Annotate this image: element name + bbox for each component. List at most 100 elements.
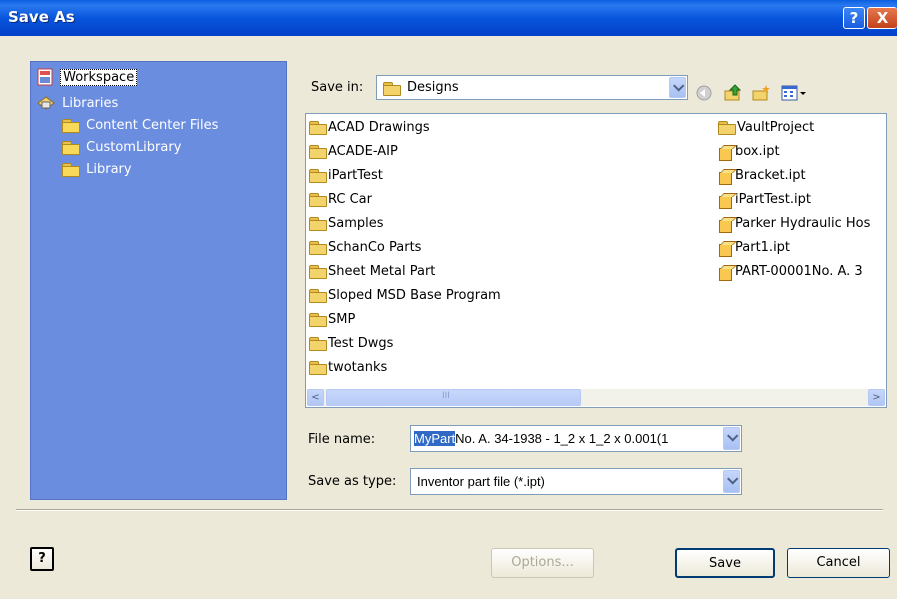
scroll-right-button[interactable]: > bbox=[868, 389, 885, 406]
part-file-icon bbox=[718, 240, 734, 257]
file-item[interactable]: Samples bbox=[309, 214, 384, 234]
file-item-name: Bracket.ipt bbox=[735, 168, 806, 183]
place-label: Libraries bbox=[62, 95, 119, 111]
places-pane: Workspace Libraries Content Center Files… bbox=[30, 61, 287, 500]
save-type-label: Save as type: bbox=[308, 474, 397, 489]
save-in-value: Designs bbox=[407, 80, 459, 95]
title-close-button[interactable]: X bbox=[867, 7, 897, 29]
file-item-name: Parker Hydraulic Hos bbox=[735, 216, 871, 231]
folder-icon bbox=[309, 361, 327, 375]
part-file-icon bbox=[718, 168, 734, 185]
separator bbox=[16, 509, 883, 511]
file-item-name: Sloped MSD Base Program bbox=[328, 288, 501, 303]
file-item[interactable]: SchanCo Parts bbox=[309, 238, 421, 258]
folder-icon bbox=[309, 265, 327, 279]
file-item[interactable]: box.ipt bbox=[718, 142, 780, 162]
chevron-down-icon[interactable] bbox=[723, 427, 740, 450]
file-item-name: PART-00001No. A. 3 bbox=[735, 264, 863, 279]
place-custom-library[interactable]: CustomLibrary bbox=[62, 140, 183, 158]
save-button[interactable]: Save bbox=[675, 548, 775, 578]
workspace-icon bbox=[37, 68, 53, 86]
file-item-name: VaultProject bbox=[737, 120, 815, 135]
place-label: CustomLibrary bbox=[86, 140, 182, 155]
folder-icon bbox=[62, 163, 80, 177]
save-in-label: Save in: bbox=[311, 80, 364, 95]
file-item[interactable]: Sloped MSD Base Program bbox=[309, 286, 501, 306]
folder-icon bbox=[62, 119, 80, 133]
file-item[interactable]: VaultProject bbox=[718, 118, 814, 138]
scroll-thumb[interactable]: III bbox=[326, 389, 581, 406]
file-name-selected-text: MyPart bbox=[414, 431, 456, 446]
file-item-name: ACADE-AIP bbox=[328, 144, 398, 159]
folder-icon bbox=[62, 141, 80, 155]
part-file-icon bbox=[718, 192, 734, 209]
file-item-name: Sheet Metal Part bbox=[328, 264, 436, 279]
file-item[interactable]: Parker Hydraulic Hos bbox=[718, 214, 870, 234]
place-content-center[interactable]: Content Center Files bbox=[62, 118, 220, 136]
file-item-name: Test Dwgs bbox=[328, 336, 394, 351]
libraries-icon bbox=[37, 96, 55, 110]
options-button[interactable]: Options... bbox=[491, 548, 594, 578]
folder-icon bbox=[309, 121, 327, 135]
file-item-name: iPartTest bbox=[328, 168, 383, 183]
folder-icon bbox=[309, 289, 327, 303]
file-item-name: twotanks bbox=[328, 360, 388, 375]
folder-icon bbox=[309, 217, 327, 231]
place-library[interactable]: Library bbox=[62, 162, 134, 180]
file-item[interactable]: RC Car bbox=[309, 190, 372, 210]
folder-icon bbox=[309, 241, 327, 255]
views-menu-icon[interactable] bbox=[781, 84, 807, 102]
file-item-name: RC Car bbox=[328, 192, 372, 207]
file-item-name: iPartTest.ipt bbox=[735, 192, 811, 207]
folder-icon bbox=[309, 145, 327, 159]
part-file-icon bbox=[718, 144, 734, 161]
file-item[interactable]: Test Dwgs bbox=[309, 334, 393, 354]
up-folder-icon[interactable] bbox=[724, 84, 742, 102]
chevron-down-icon bbox=[669, 77, 686, 98]
part-file-icon bbox=[718, 264, 734, 281]
save-type-value: Inventor part file (*.ipt) bbox=[417, 474, 545, 489]
part-file-icon bbox=[718, 216, 734, 233]
place-label: Workspace bbox=[60, 68, 138, 86]
file-name-input[interactable]: MyPartNo. A. 34-1938 - 1_2 x 1_2 x 0.001… bbox=[410, 425, 742, 452]
title-bar: Save As ? X bbox=[0, 0, 897, 36]
file-name-text: No. A. 34-1938 - 1_2 x 1_2 x 0.001(1 bbox=[455, 431, 669, 446]
file-item-name: SchanCo Parts bbox=[328, 240, 422, 255]
place-workspace[interactable]: Workspace bbox=[36, 68, 138, 86]
file-item[interactable]: SMP bbox=[309, 310, 355, 330]
chevron-down-icon bbox=[723, 470, 740, 493]
file-item[interactable]: Bracket.ipt bbox=[718, 166, 806, 186]
file-item-name: ACAD Drawings bbox=[328, 120, 430, 135]
scroll-thumb-grip: III bbox=[442, 391, 450, 401]
save-in-dropdown[interactable]: Designs bbox=[376, 75, 688, 100]
file-item[interactable]: Part1.ipt bbox=[718, 238, 790, 258]
file-item[interactable]: Sheet Metal Part bbox=[309, 262, 435, 282]
folder-icon bbox=[309, 313, 327, 327]
folder-icon bbox=[309, 337, 327, 351]
file-item[interactable]: ACADE-AIP bbox=[309, 142, 398, 162]
file-list[interactable]: ACAD Drawings ACADE-AIP iPartTest RC Car… bbox=[305, 113, 887, 408]
file-item[interactable]: twotanks bbox=[309, 358, 387, 378]
place-label: Library bbox=[86, 162, 132, 177]
help-button[interactable]: ? bbox=[30, 547, 54, 571]
scroll-left-button[interactable]: < bbox=[307, 389, 324, 406]
title-help-button[interactable]: ? bbox=[843, 7, 865, 29]
cancel-button[interactable]: Cancel bbox=[787, 548, 890, 578]
file-name-label: File name: bbox=[308, 432, 376, 447]
back-icon[interactable] bbox=[695, 84, 713, 102]
folder-icon bbox=[309, 193, 327, 207]
folder-icon bbox=[383, 82, 401, 96]
file-item[interactable]: PART-00001No. A. 3 bbox=[718, 262, 863, 282]
file-item[interactable]: iPartTest.ipt bbox=[718, 190, 811, 210]
file-item[interactable]: iPartTest bbox=[309, 166, 383, 186]
horizontal-scrollbar[interactable]: < III > bbox=[307, 389, 885, 406]
place-label: Content Center Files bbox=[86, 118, 219, 133]
place-libraries[interactable]: Libraries bbox=[36, 94, 120, 112]
save-type-dropdown[interactable]: Inventor part file (*.ipt) bbox=[410, 468, 742, 495]
folder-icon bbox=[309, 169, 327, 183]
file-item-name: Samples bbox=[328, 216, 384, 231]
file-item-name: SMP bbox=[328, 312, 356, 327]
file-item[interactable]: ACAD Drawings bbox=[309, 118, 430, 138]
new-folder-icon[interactable] bbox=[752, 84, 770, 102]
file-item-name: Part1.ipt bbox=[735, 240, 791, 255]
